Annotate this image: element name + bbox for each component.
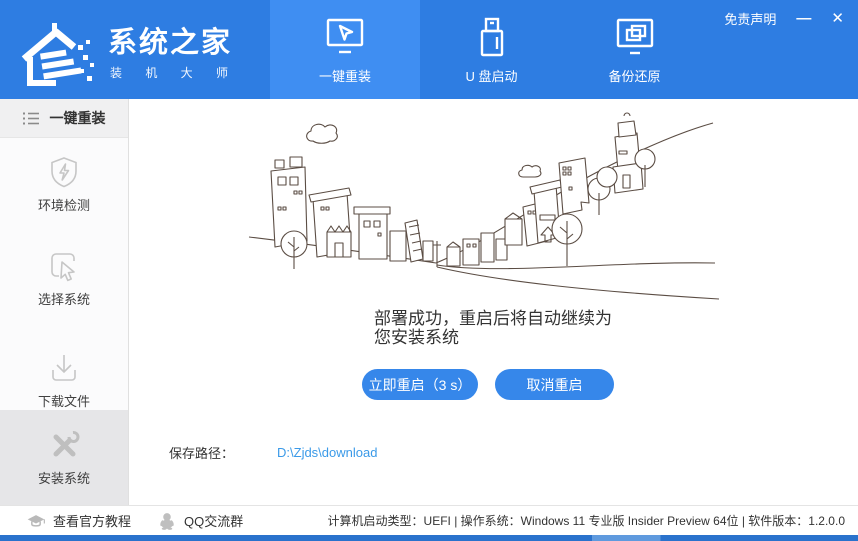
window-controls: 免责声明 — ✕ <box>724 9 844 28</box>
tab-onekey-reinstall[interactable]: 一键重装 <box>270 0 420 99</box>
tab-label: U 盘启动 <box>465 66 517 85</box>
tab-backup-restore[interactable]: 备份还原 <box>563 0 706 99</box>
sidebar-item-label: 一键重装 <box>50 108 106 128</box>
monitor-cursor-icon <box>322 14 368 60</box>
tutorial-label: 查看官方教程 <box>53 511 131 530</box>
sidebar-item-env-check[interactable]: 环境检测 <box>0 155 128 214</box>
tab-label: 备份还原 <box>608 66 660 85</box>
sidebar: 一键重装 环境检测 选择系统 <box>0 99 129 505</box>
shield-bolt-icon <box>47 155 81 189</box>
body: 一键重装 环境检测 选择系统 <box>0 99 858 505</box>
usb-drive-icon <box>469 14 515 60</box>
system-status-text: 计算机启动类型：UEFI | 操作系统：Windows 11 专业版 Insid… <box>328 512 845 529</box>
download-icon <box>47 351 81 385</box>
tab-usb-boot[interactable]: U 盘启动 <box>420 0 563 99</box>
main-tabs: 一键重装 U 盘启动 备份还原 <box>270 0 706 99</box>
qq-group-label: QQ交流群 <box>184 511 243 530</box>
brand-title: 系统之家 <box>108 28 238 60</box>
disclaimer-link[interactable]: 免责声明 <box>724 9 776 28</box>
house-logo-icon <box>16 19 100 91</box>
wrench-icon <box>47 428 81 462</box>
header-bar: 系统之家 装 机 大 师 一键重装 U 盘启动 <box>0 0 858 99</box>
qq-group-link[interactable]: QQ交流群 <box>157 511 243 530</box>
save-path-link[interactable]: D:\Zjds\download <box>277 445 377 460</box>
list-icon <box>23 111 40 126</box>
city-illustration <box>247 111 722 306</box>
app-logo: 系统之家 装 机 大 师 <box>0 0 238 99</box>
status-bar: 查看官方教程 QQ交流群 计算机启动类型：UEFI | 操作系统：Windows… <box>0 505 858 535</box>
sidebar-item-install-system[interactable]: 安装系统 <box>0 410 128 505</box>
brand-text: 系统之家 装 机 大 师 <box>108 28 238 82</box>
restart-now-button[interactable]: 立即重启（3 s） <box>362 369 478 400</box>
sidebar-item-download-files[interactable]: 下载文件 <box>0 351 128 410</box>
close-button[interactable]: ✕ <box>831 11 844 26</box>
cursor-select-icon <box>47 249 81 283</box>
main-panel: 部署成功，重启后将自动继续为 您安装系统 立即重启（3 s） 取消重启 保存路径… <box>129 99 858 505</box>
sidebar-item-label: 选择系统 <box>38 289 90 308</box>
message-line-2: 您安装系统 <box>374 328 644 347</box>
deploy-status-message: 部署成功，重启后将自动继续为 您安装系统 <box>374 309 644 347</box>
brand-subtitle: 装 机 大 师 <box>110 64 238 81</box>
app-window: 系统之家 装 机 大 师 一键重装 U 盘启动 <box>0 0 858 541</box>
save-path-row: 保存路径： D:\Zjds\download <box>169 443 377 462</box>
message-line-1: 部署成功，重启后将自动继续为 <box>374 309 644 328</box>
tab-label: 一键重装 <box>319 66 371 85</box>
save-path-label: 保存路径： <box>169 443 234 462</box>
graduation-cap-icon <box>26 512 46 530</box>
qq-penguin-icon <box>157 512 177 530</box>
backup-restore-icon <box>612 14 658 60</box>
sidebar-item-select-system[interactable]: 选择系统 <box>0 249 128 308</box>
cancel-restart-button[interactable]: 取消重启 <box>495 369 614 400</box>
sidebar-item-label: 安装系统 <box>38 468 90 487</box>
sidebar-item-label: 环境检测 <box>38 195 90 214</box>
taskbar-edge <box>0 535 858 541</box>
official-tutorial-link[interactable]: 查看官方教程 <box>26 511 131 530</box>
minimize-button[interactable]: — <box>796 11 811 26</box>
restart-actions: 立即重启（3 s） 取消重启 <box>362 369 614 400</box>
sidebar-item-onekey-reinstall[interactable]: 一键重装 <box>0 99 128 138</box>
sidebar-item-label: 下载文件 <box>38 391 90 410</box>
